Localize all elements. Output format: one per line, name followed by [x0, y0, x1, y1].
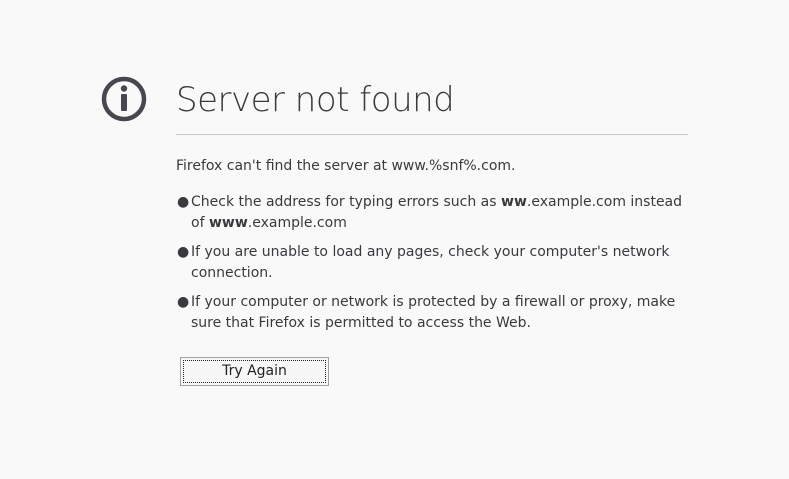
suggestion-item-firewall: ● If your computer or network is protect… — [176, 292, 686, 334]
title-divider — [176, 134, 688, 135]
suggestion-text: Check the address for typing errors such… — [191, 194, 683, 231]
bullet-icon: ● — [177, 244, 190, 260]
suggestion-text: If you are unable to load any pages, che… — [191, 244, 670, 281]
suggestion-item-check-address: ● Check the address for typing errors su… — [176, 192, 686, 234]
suggestion-list: ● Check the address for typing errors su… — [176, 192, 686, 342]
try-again-button[interactable]: Try Again — [180, 357, 329, 386]
page-title: Server not found — [176, 80, 455, 120]
bullet-icon: ● — [177, 194, 190, 210]
try-again-label: Try Again — [183, 360, 326, 383]
bullet-icon: ● — [177, 294, 190, 310]
suggestion-text: If your computer or network is protected… — [191, 294, 676, 331]
error-description: Firefox can't find the server at www.%sn… — [176, 158, 516, 174]
info-circle-icon — [101, 76, 147, 122]
suggestion-item-network: ● If you are unable to load any pages, c… — [176, 242, 686, 284]
